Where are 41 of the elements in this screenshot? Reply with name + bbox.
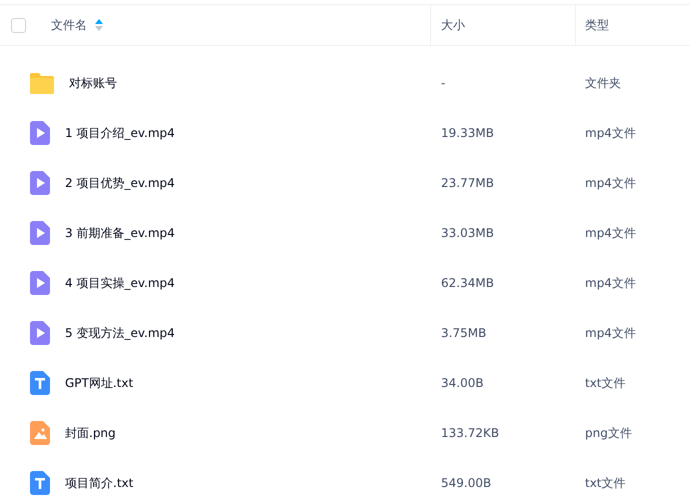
file-size: 3.75MB <box>440 326 488 340</box>
video-file-icon <box>30 271 50 295</box>
file-size: 19.33MB <box>440 126 495 140</box>
video-file-icon <box>30 221 50 245</box>
file-type: png文件 <box>584 424 633 442</box>
sort-icon[interactable] <box>95 19 103 31</box>
video-file-icon <box>30 171 50 195</box>
text-file-icon <box>30 471 50 495</box>
video-file-icon <box>30 321 50 345</box>
file-name[interactable]: 对标账号 <box>69 74 117 92</box>
file-name[interactable]: 2 项目优势_ev.mp4 <box>65 174 175 192</box>
file-type: mp4文件 <box>584 174 637 192</box>
file-type: txt文件 <box>584 374 627 392</box>
file-type: mp4文件 <box>584 224 637 242</box>
file-size: 133.72KB <box>440 426 500 440</box>
file-type: txt文件 <box>584 474 627 492</box>
file-name[interactable]: 4 项目实操_ev.mp4 <box>65 274 175 292</box>
file-size: 34.00B <box>440 376 485 390</box>
file-size: 33.03MB <box>440 226 495 240</box>
file-type: mp4文件 <box>584 124 637 142</box>
column-header[interactable]: 类型 <box>585 16 609 34</box>
file-size: 549.00B <box>440 476 492 490</box>
column-header[interactable]: 文件名 <box>51 16 87 34</box>
file-name[interactable]: 封面.png <box>65 424 116 442</box>
file-size: 62.34MB <box>440 276 495 290</box>
file-type: mp4文件 <box>584 274 637 292</box>
file-type: 文件夹 <box>584 74 622 92</box>
file-size: - <box>440 76 446 90</box>
video-file-icon <box>30 121 50 145</box>
file-name[interactable]: GPT网址.txt <box>65 374 134 392</box>
folder-icon <box>30 72 54 94</box>
file-name[interactable]: 项目简介.txt <box>65 474 134 492</box>
file-name[interactable]: 1 项目介绍_ev.mp4 <box>65 124 175 142</box>
file-type: mp4文件 <box>584 324 637 342</box>
file-name[interactable]: 3 前期准备_ev.mp4 <box>65 224 175 242</box>
column-header[interactable]: 大小 <box>441 16 465 34</box>
select-all-checkbox[interactable] <box>11 18 26 32</box>
text-file-icon <box>30 371 50 395</box>
image-file-icon <box>30 421 50 445</box>
file-name[interactable]: 5 变现方法_ev.mp4 <box>65 324 175 342</box>
file-size: 23.77MB <box>440 176 495 190</box>
